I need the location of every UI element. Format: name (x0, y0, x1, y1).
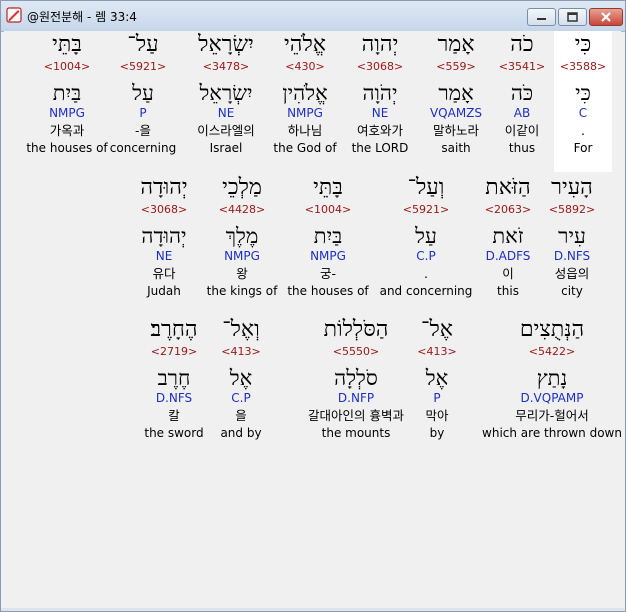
strong-number[interactable]: <3068> (89, 204, 239, 218)
lexical-form: יְהוּדָה (141, 224, 187, 248)
morphology-code[interactable]: D.NFS (99, 392, 249, 407)
minimize-button[interactable] (527, 8, 556, 26)
word-block[interactable]: הֶחָרֶב׃ <2719> חֶרֶב D.NFS 칼 the sword (99, 316, 249, 442)
morphology-code[interactable]: NE (89, 250, 239, 265)
close-button[interactable] (589, 8, 623, 26)
korean-gloss: 가옥과 (49, 123, 85, 138)
korean-gloss: 유다 (152, 266, 176, 281)
hebrew-word: הֶחָרֶב׃ (150, 317, 198, 342)
hebrew-word: יְהוּדָה (140, 175, 188, 200)
title-bar[interactable]: @원전분해 - 렘 33:4 (1, 1, 625, 32)
maximize-button[interactable] (558, 8, 587, 26)
word-block[interactable]: בָּתֵּי <1004> בַּיִת NMPG 가옥과 the houses of (0, 31, 142, 157)
app-icon (6, 7, 22, 23)
morphology-code[interactable]: NMPG (0, 107, 142, 122)
close-icon (601, 12, 611, 22)
hebrew-word: בָּתֵּי (52, 32, 82, 57)
minimize-icon (537, 18, 546, 20)
app-window: @원전분해 - 렘 33:4 כִּי <3588> כִּי C. For כֹה <35… (0, 0, 626, 612)
english-gloss: the sword (144, 426, 204, 440)
english-gloss: the houses of (26, 141, 108, 155)
word-block[interactable]: יְהוּדָה <3068> יְהוּדָה NE 유다 Judah (89, 174, 239, 300)
strong-number[interactable]: <1004> (0, 61, 142, 75)
maximize-icon (567, 12, 578, 22)
strong-number[interactable]: <2719> (99, 346, 249, 360)
lexical-form: בַּיִת (52, 81, 82, 105)
interlinear-panel: כִּי <3588> כִּי C. For כֹה <3541> כֹּה AB 이같이 thu… (4, 31, 622, 607)
window-title: @원전분해 - 렘 33:4 (27, 10, 137, 24)
korean-gloss: 칼 (168, 408, 180, 423)
window-bottom-border (1, 608, 625, 611)
english-gloss: Judah (147, 284, 181, 298)
lexical-form: חֶרֶב (157, 366, 191, 390)
